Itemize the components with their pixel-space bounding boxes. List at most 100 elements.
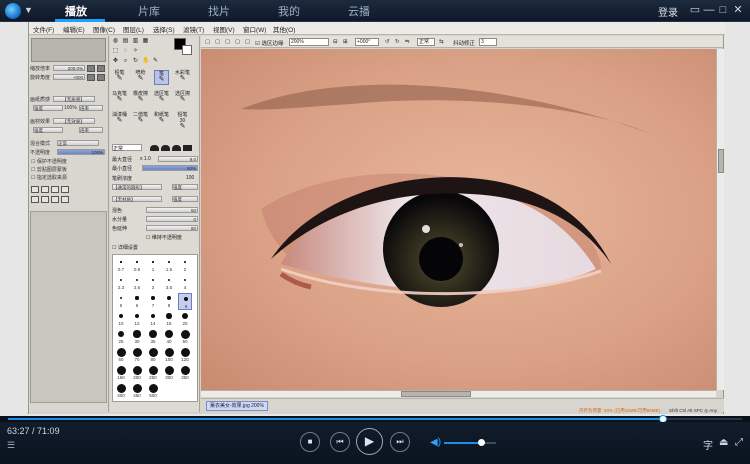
tab-play[interactable]: 播放	[65, 3, 87, 19]
brush-tool-1-0[interactable]: 马克笔 ✎	[112, 91, 127, 106]
eject-icon[interactable]: ⏏	[719, 437, 728, 448]
clear-layer-icon[interactable]	[41, 196, 49, 203]
brush-size-cell[interactable]: 20	[178, 311, 192, 328]
brush-size-cell[interactable]: 400	[114, 383, 128, 400]
tab-mine[interactable]: 我的	[278, 3, 300, 19]
zoom-in-button[interactable]	[97, 65, 105, 72]
brush-tool-0-0[interactable]: 铅笔 ✎	[112, 70, 127, 85]
canvas-menu-button[interactable]: ▢	[205, 39, 210, 45]
brush-size-cell[interactable]: 16	[162, 311, 176, 328]
toolbar-zoom-select[interactable]: 200%	[289, 38, 329, 46]
rotate-left-button[interactable]	[87, 74, 95, 81]
file-tab[interactable]: 薰衣美女-效果.jpg 200%	[206, 401, 268, 411]
mix-slider[interactable]: 50	[146, 207, 198, 213]
menu-image[interactable]: 图像(C)	[93, 24, 115, 34]
tab-find[interactable]: 找片	[208, 3, 230, 19]
brush-size-cell[interactable]: 2.6	[130, 275, 144, 292]
hsv-slider-icon[interactable]: ▥	[132, 38, 139, 45]
horizontal-scroll-thumb[interactable]	[401, 391, 471, 397]
color-wheel-icon[interactable]: ◍	[112, 38, 119, 45]
zoom-out-button[interactable]	[87, 65, 95, 72]
move-icon[interactable]: ✥	[112, 58, 119, 65]
brush-size-cell[interactable]: 10	[114, 311, 128, 328]
merge-down-icon[interactable]	[31, 196, 39, 203]
edge-mid-icon[interactable]	[161, 145, 170, 151]
menu-window[interactable]: 窗口(W)	[243, 24, 266, 34]
brush-tool-1-2[interactable]: 选区笔 ✎	[154, 91, 169, 106]
brush-tool-0-2[interactable]: 笔 ✎	[154, 70, 169, 85]
zoom-out-icon[interactable]: ⊟	[333, 39, 338, 45]
minimize-icon[interactable]: —	[702, 3, 716, 17]
brush-size-cell[interactable]: 1	[146, 257, 160, 274]
brush-tool-2-2[interactable]: 和纸笔 ✎	[154, 112, 169, 127]
brush-size-cell[interactable]: 250	[146, 365, 160, 382]
zoom-in-icon[interactable]: ⊞	[343, 39, 348, 45]
brush-texture-strength[interactable]: 强度	[172, 196, 198, 202]
rotate-ccw-icon[interactable]: ↺	[385, 39, 390, 45]
vertical-scroll-thumb[interactable]	[718, 149, 724, 173]
brush-tool-2-3[interactable]: 铅笔30 ✎	[175, 112, 190, 130]
new-layer-icon[interactable]	[31, 186, 39, 193]
brush-shape-select[interactable]: 【通常的圆形】	[112, 184, 162, 190]
menu-file[interactable]: 文件(F)	[33, 24, 54, 34]
brush-size-cell[interactable]: 7	[146, 293, 160, 310]
brush-size-cell[interactable]: 25	[114, 329, 128, 346]
rotate-right-button[interactable]	[97, 74, 105, 81]
brush-size-cell[interactable]: 500	[146, 383, 160, 400]
brush-size-cell[interactable]: 9	[178, 293, 192, 310]
rgb-slider-icon[interactable]: ▤	[122, 38, 129, 45]
brush-size-cell[interactable]: 160	[114, 365, 128, 382]
video-frame[interactable]: 文件(F) 编辑(E) 图像(C) 图层(L) 选择(S) 滤镜(T) 视图(V…	[0, 22, 750, 416]
check-clipping-mask[interactable]: ☐ 剪贴图层蒙板	[31, 166, 67, 173]
brush-size-cell[interactable]: 12	[130, 311, 144, 328]
seek-track[interactable]	[8, 415, 742, 423]
brush-tool-2-1[interactable]: 二值笔 ✎	[133, 112, 148, 127]
vertical-scrollbar[interactable]	[716, 49, 724, 390]
paper-texture-scale[interactable]: 倍率	[79, 105, 103, 111]
login-link[interactable]: 登录	[658, 4, 678, 19]
volume-slider[interactable]	[444, 439, 496, 446]
undo-icon[interactable]: ▢	[215, 39, 220, 45]
menu-layer[interactable]: 图层(L)	[123, 24, 144, 34]
brush-size-cell[interactable]: 35	[146, 329, 160, 346]
color-extend-slider[interactable]: 80	[146, 225, 198, 231]
brush-tool-2-0[interactable]: 油漆桶 ✎	[112, 112, 127, 127]
edge-soft-icon[interactable]	[172, 145, 181, 151]
brush-size-cell[interactable]: 70	[130, 347, 144, 364]
brush-size-cell[interactable]: 0.7	[114, 257, 128, 274]
rotate-icon[interactable]: ↻	[132, 58, 139, 65]
copy-layer-icon[interactable]	[51, 186, 59, 193]
max-diameter-multiplier[interactable]: x 1.0	[140, 156, 151, 162]
menu-other[interactable]: 其他(O)	[273, 24, 295, 34]
redo-icon[interactable]: ▢	[225, 39, 230, 45]
zoom-icon[interactable]: ⌕	[122, 58, 129, 65]
previous-button[interactable]: ⏮	[330, 432, 350, 452]
blend-mode-select[interactable]: 正常	[57, 140, 99, 146]
paper-effect-select[interactable]: 【无效果】	[53, 118, 95, 124]
check-preserve-opacity[interactable]: ☐ 保护不透明度	[31, 158, 67, 165]
edge-hard-icon[interactable]	[150, 145, 159, 151]
paper-effect-strength[interactable]: 强度	[33, 127, 63, 133]
skin-icon[interactable]: ▭	[688, 3, 702, 17]
menu-filter[interactable]: 滤镜(T)	[183, 24, 204, 34]
brush-size-cell[interactable]: 2	[178, 257, 192, 274]
brush-size-cell[interactable]: 350	[178, 365, 192, 382]
horizontal-scrollbar[interactable]	[201, 390, 716, 397]
toolbar-mode-select[interactable]: 正常	[417, 38, 435, 46]
tab-library[interactable]: 片库	[138, 3, 160, 19]
magic-wand-icon[interactable]: ✧	[132, 48, 139, 55]
select-rect-icon[interactable]: ⬚	[112, 48, 119, 55]
brush-size-cell[interactable]: 2.3	[114, 275, 128, 292]
volume-icon[interactable]: ◀)	[430, 437, 441, 448]
brush-size-cell[interactable]: 100	[162, 347, 176, 364]
swatch-icon[interactable]: ▦	[142, 38, 149, 45]
menu-edit[interactable]: 编辑(E)	[63, 24, 85, 34]
brush-texture-select[interactable]: 【无材质】	[112, 196, 162, 202]
brush-size-cell[interactable]: 80	[146, 347, 160, 364]
brush-size-cell[interactable]: 30	[130, 329, 144, 346]
rotate-slider[interactable]: +000	[53, 74, 85, 80]
close-icon[interactable]: ✕	[731, 3, 745, 17]
brush-size-cell[interactable]: 50	[178, 329, 192, 346]
brush-size-cell[interactable]: 450	[130, 383, 144, 400]
paper-texture-select[interactable]: 【无质感】	[53, 96, 95, 102]
